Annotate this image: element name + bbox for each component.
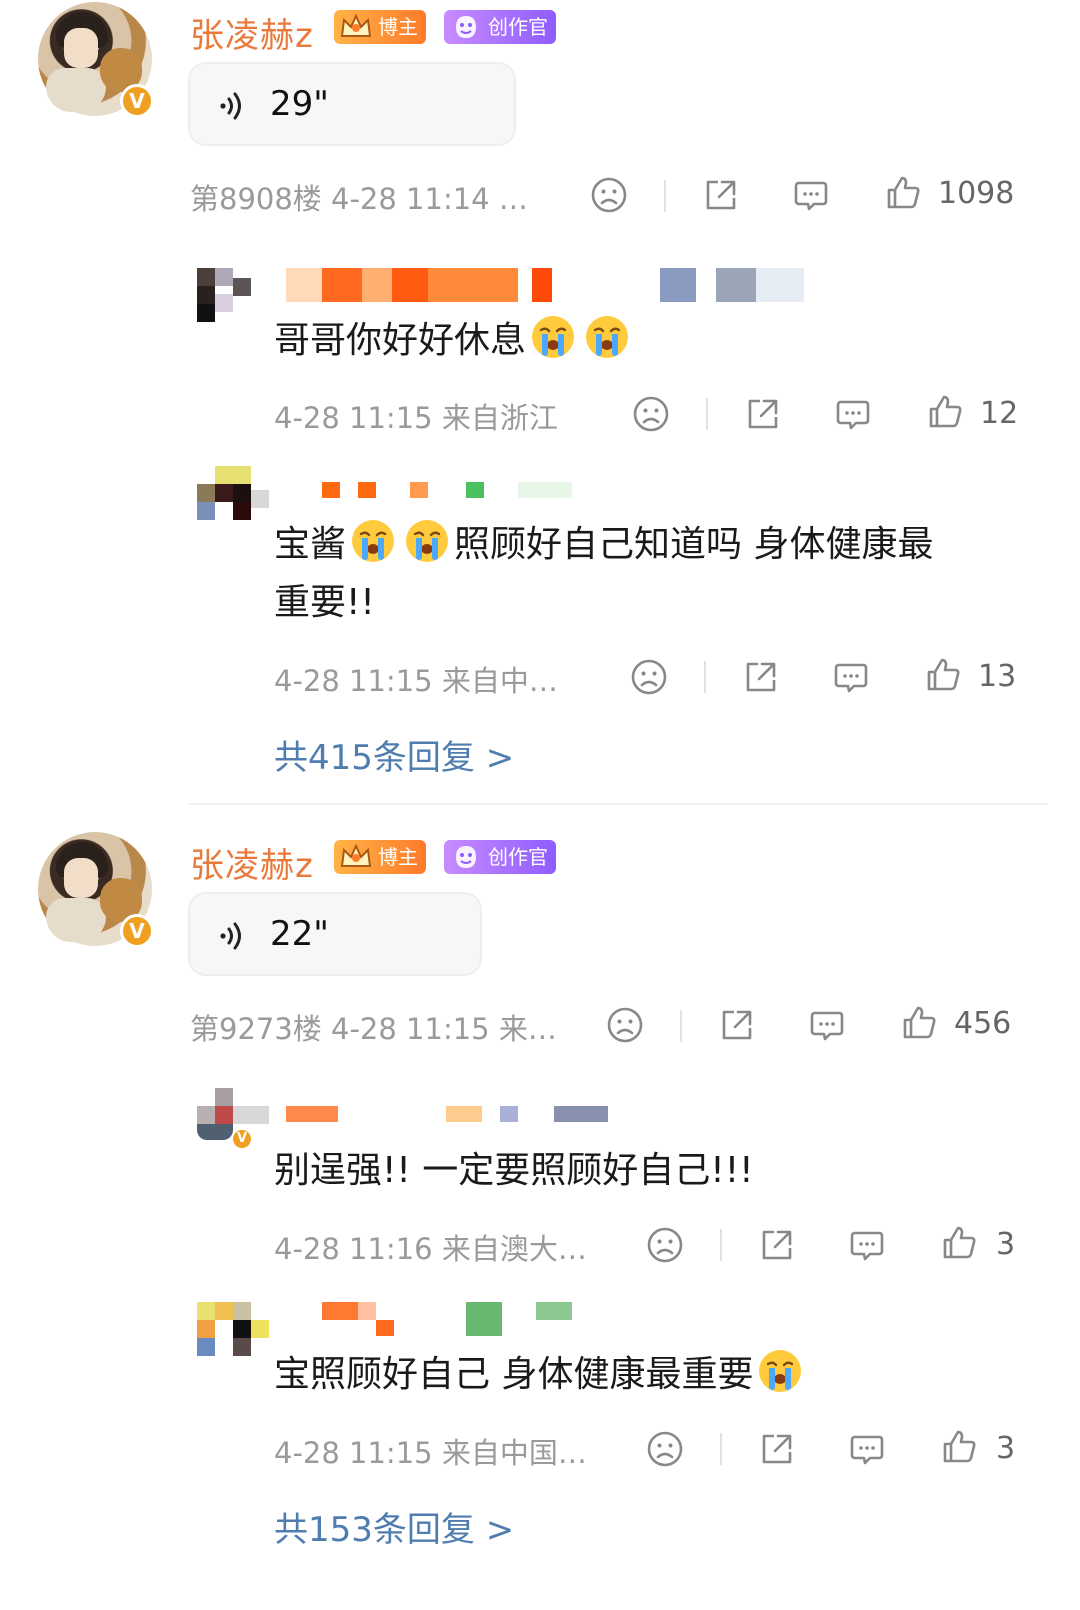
comment-icon[interactable] [848, 1226, 886, 1264]
divider [706, 398, 708, 430]
voice-duration: 22" [270, 914, 329, 954]
voice-duration: 29" [270, 84, 329, 124]
voice-message[interactable]: 29" [188, 62, 516, 146]
like-count: 456 [954, 1006, 1012, 1041]
divider [704, 661, 706, 693]
like-count: 12 [980, 396, 1019, 431]
reply-meta: 4-28 11:16 来自澳大… [274, 1232, 587, 1266]
share-icon[interactable] [758, 1226, 796, 1264]
reply-user-name-blurred[interactable] [286, 1302, 576, 1336]
blogger-badge: 博主 [334, 10, 426, 44]
dislike-face-icon[interactable] [646, 1226, 684, 1264]
user-name[interactable]: 张凌赫z [190, 8, 314, 57]
reply-user-name-blurred[interactable] [286, 268, 806, 302]
thumb-up-icon[interactable] [884, 174, 922, 212]
thumb-up-icon[interactable] [940, 1428, 978, 1466]
comment-icon[interactable] [808, 1006, 846, 1044]
dislike-face-icon[interactable] [606, 1006, 644, 1044]
reply-text: 别逞强!! 一定要照顾好自己!!! [274, 1150, 754, 1191]
comment-icon[interactable] [832, 658, 870, 696]
dislike-face-icon[interactable] [632, 395, 670, 433]
share-icon[interactable] [758, 1430, 796, 1468]
sound-wave-icon [216, 90, 248, 122]
divider [680, 1010, 682, 1042]
view-more-replies-link[interactable]: 共153条回复 > [274, 1502, 514, 1551]
reply-meta: 4-28 11:15 来自中… [274, 664, 558, 698]
floor-meta: 第9273楼 4-28 11:15 来… [190, 1012, 557, 1046]
creator-icon [448, 12, 484, 42]
verified-badge-icon: V [120, 84, 154, 118]
thumb-up-icon[interactable] [926, 393, 964, 431]
thumb-up-icon[interactable] [900, 1004, 938, 1042]
divider [720, 1229, 722, 1261]
dislike-face-icon[interactable] [590, 176, 628, 214]
reply-meta: 4-28 11:15 来自中国… [274, 1436, 587, 1470]
like-count: 1098 [938, 176, 1015, 211]
crown-icon [338, 842, 374, 872]
reply-text: 哥哥你好好休息 [274, 312, 634, 370]
thumb-up-icon[interactable] [940, 1224, 978, 1262]
dislike-face-icon[interactable] [646, 1430, 684, 1468]
creator-icon [448, 842, 484, 872]
divider [664, 180, 666, 212]
blogger-badge: 博主 [334, 840, 426, 874]
share-icon[interactable] [718, 1006, 756, 1044]
view-more-replies-link[interactable]: 共415条回复 > [274, 730, 514, 779]
comment-card: V 张凌赫z 博主 创作官 29" 第8908楼 4-28 11:14 … 10… [0, 0, 1080, 805]
reply-user-name-blurred[interactable] [286, 482, 576, 500]
voice-message[interactable]: 22" [188, 892, 482, 976]
reply-avatar[interactable] [197, 466, 269, 522]
sound-wave-icon [216, 920, 248, 952]
like-count: 3 [996, 1227, 1016, 1262]
comment-icon[interactable] [834, 395, 872, 433]
divider [720, 1433, 722, 1465]
user-name[interactable]: 张凌赫z [190, 838, 314, 887]
crying-emoji-icon [757, 1348, 803, 1394]
creator-badge: 创作官 [444, 840, 556, 874]
crying-emoji-icon [404, 518, 450, 564]
reply-text: 宝酱 照顾好自己知道吗 身体健康最 重要!! [274, 516, 1014, 632]
avatar[interactable]: V [38, 2, 154, 118]
crying-emoji-icon [530, 314, 576, 360]
creator-badge: 创作官 [444, 10, 556, 44]
crying-emoji-icon [584, 314, 630, 360]
reply-user-name-blurred[interactable] [286, 1106, 626, 1124]
comment-icon[interactable] [848, 1430, 886, 1468]
comment-icon[interactable] [792, 176, 830, 214]
crying-emoji-icon [350, 518, 396, 564]
floor-meta: 第8908楼 4-28 11:14 … [190, 182, 528, 216]
share-icon[interactable] [742, 658, 780, 696]
verified-badge-icon: V [120, 914, 154, 948]
reply-avatar[interactable] [197, 1302, 269, 1358]
reply-avatar[interactable] [197, 268, 269, 324]
share-icon[interactable] [744, 395, 782, 433]
avatar[interactable]: V [38, 832, 154, 948]
reply-meta: 4-28 11:15 来自浙江 [274, 401, 558, 435]
comment-card: V 张凌赫z 博主 创作官 22" 第9273楼 4-28 11:15 来… 4… [0, 830, 1080, 1610]
like-count: 13 [978, 659, 1017, 694]
share-icon[interactable] [702, 176, 740, 214]
section-divider [188, 803, 1048, 805]
verified-badge-icon: V [231, 1128, 253, 1150]
like-count: 3 [996, 1431, 1016, 1466]
crown-icon [338, 12, 374, 42]
thumb-up-icon[interactable] [924, 656, 962, 694]
dislike-face-icon[interactable] [630, 658, 668, 696]
reply-text: 宝照顾好自己 身体健康最重要 [274, 1346, 807, 1404]
